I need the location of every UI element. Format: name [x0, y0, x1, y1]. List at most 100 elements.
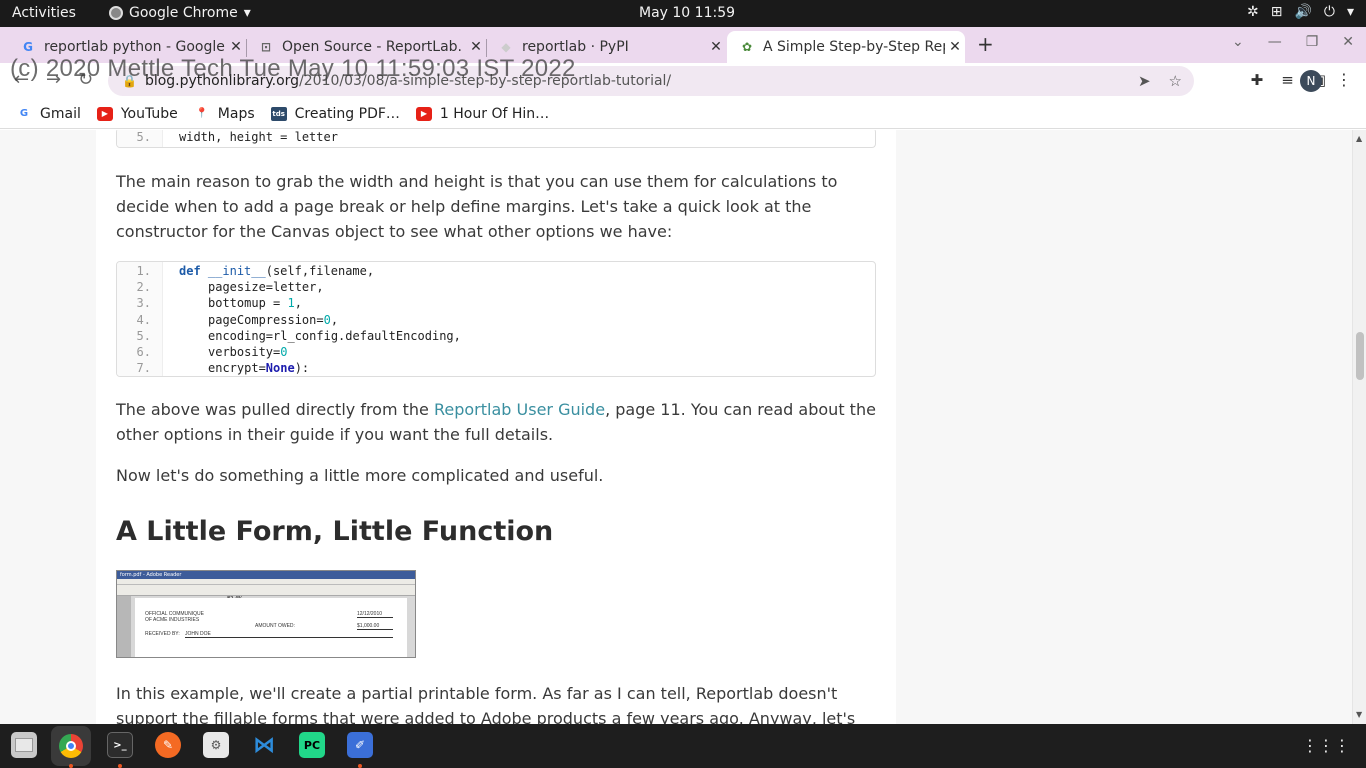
- window-controls: ⌄ — ❐ ✕: [1232, 34, 1354, 50]
- tab-search-icon[interactable]: ⌄: [1232, 34, 1244, 50]
- google-icon: G: [23, 40, 33, 54]
- close-tab-icon[interactable]: ✕: [466, 39, 486, 55]
- bookmark-label: 1 Hour Of Hin…: [439, 105, 550, 122]
- close-tab-icon[interactable]: ✕: [945, 39, 965, 55]
- vscode-icon[interactable]: ⋈: [251, 732, 277, 758]
- network-icon[interactable]: ⊞: [1271, 4, 1283, 20]
- app-menu[interactable]: Google Chrome ▾: [109, 5, 251, 21]
- pycharm-icon[interactable]: PC: [299, 732, 325, 758]
- extensions-icon[interactable]: ✚: [1251, 71, 1264, 89]
- bookmark-label: Gmail: [40, 105, 81, 122]
- reportlab-icon: ⊡: [260, 40, 272, 54]
- code-line: bottomup = 1,: [208, 296, 302, 311]
- bookmark-youtube[interactable]: ▶ YouTube: [96, 105, 178, 122]
- bookmark-star-icon[interactable]: ☆: [1169, 72, 1182, 90]
- activities-button[interactable]: Activities: [12, 5, 76, 21]
- chrome-icon[interactable]: [51, 726, 91, 766]
- running-indicator: [358, 764, 362, 768]
- tab-title: reportlab · PyPI: [522, 39, 629, 55]
- code-line: pagesize=letter,: [208, 280, 324, 295]
- watermark-text: (c) 2020 Mettle Tech Tue May 10 11:59:03…: [10, 55, 576, 82]
- section-heading: A Little Form, Little Function: [116, 516, 554, 547]
- line-number: 5.: [136, 130, 151, 144]
- tab-title: Open Source - ReportLab.: [282, 39, 463, 55]
- paragraph-complicated: Now let's do something a little more com…: [116, 466, 604, 485]
- settings-icon[interactable]: ⚙: [203, 732, 229, 758]
- scroll-up-arrow-icon[interactable]: ▲: [1356, 134, 1362, 143]
- power-icon[interactable]: ⏻: [1324, 4, 1335, 20]
- bookmark-label: Creating PDF…: [294, 105, 400, 122]
- running-indicator: [118, 764, 122, 768]
- scrollbar-thumb[interactable]: [1356, 332, 1364, 380]
- code-line: pageCompression=0,: [208, 312, 339, 327]
- line-number: 6.: [136, 344, 151, 359]
- web-page[interactable]: 5. width, height = letter The main reaso…: [0, 130, 1366, 724]
- thumb-sidebar: [117, 596, 131, 657]
- chrome-icon: [109, 6, 123, 20]
- system-top-bar: Activities Google Chrome ▾ May 10 11:59 …: [0, 0, 1366, 27]
- close-tab-icon[interactable]: ✕: [226, 39, 246, 55]
- maximize-button[interactable]: ❐: [1306, 34, 1319, 50]
- close-tab-icon[interactable]: ✕: [706, 39, 726, 55]
- bookmark-1-hour[interactable]: ▶ 1 Hour Of Hin…: [415, 105, 550, 122]
- code-line: def __init__(self,filename,: [179, 264, 375, 278]
- code-line: width, height = letter: [179, 130, 338, 144]
- terminal-icon[interactable]: >_: [107, 732, 133, 758]
- bookmark-creating-pdf[interactable]: tds Creating PDF…: [270, 105, 400, 122]
- network-activity-icon[interactable]: ✲: [1247, 4, 1259, 20]
- scroll-down-arrow-icon[interactable]: ▼: [1356, 710, 1362, 719]
- running-indicator: [69, 764, 73, 768]
- thumb-window-title: form.pdf - Adobe Reader: [117, 571, 415, 579]
- chevron-down-icon[interactable]: ▾: [1347, 4, 1354, 20]
- thumb-toolbar: 82.4%: [117, 585, 415, 602]
- python-library-icon: ✿: [741, 40, 753, 54]
- close-window-button[interactable]: ✕: [1342, 34, 1354, 50]
- youtube-icon: ▶: [96, 106, 113, 121]
- bookmark-label: YouTube: [120, 105, 178, 122]
- youtube-icon: ▶: [415, 106, 432, 121]
- paragraph-width-height: The main reason to grab the width and he…: [116, 172, 838, 241]
- bookmark-gmail[interactable]: G Gmail: [16, 106, 81, 122]
- paragraph-example: In this example, we'll create a partial …: [116, 684, 856, 724]
- kebab-menu-icon[interactable]: ⋮: [1336, 70, 1352, 89]
- volume-icon[interactable]: 🔊: [1294, 4, 1311, 20]
- thumb-document: OFFICIAL COMMUNIQUE OF ACME INDUSTRIES 1…: [135, 598, 407, 657]
- paragraph-user-guide: The above was pulled directly from the R…: [116, 400, 876, 444]
- avatar[interactable]: N: [1300, 70, 1322, 92]
- line-number: 2.: [136, 280, 151, 295]
- line-number: 5.: [136, 328, 151, 343]
- code-line: encrypt=None):: [208, 361, 310, 376]
- app-menu-label: Google Chrome: [129, 5, 238, 21]
- taskbar-dock: >_ ✎ ⚙ ⋈ PC ✐ ⋮⋮⋮: [0, 724, 1366, 768]
- form-screenshot-image[interactable]: form.pdf - Adobe Reader 82.4% OFFICIAL C…: [116, 570, 416, 658]
- send-icon[interactable]: ➤: [1138, 72, 1151, 90]
- line-number: 4.: [136, 312, 151, 327]
- new-tab-button[interactable]: +: [977, 32, 994, 56]
- bookmark-label: Maps: [217, 105, 255, 122]
- bookmark-maps[interactable]: 📍 Maps: [194, 106, 255, 122]
- code-line: encoding=rl_config.defaultEncoding,: [208, 328, 461, 343]
- sublime-icon[interactable]: ✎: [155, 732, 181, 758]
- code-block-1: 5. width, height = letter: [116, 130, 876, 148]
- show-applications-icon[interactable]: ⋮⋮⋮: [1302, 736, 1350, 755]
- media-icon[interactable]: ≡: [1281, 71, 1294, 89]
- code-block-2: 1. def __init__(self,filename, 2. pagesi…: [116, 261, 876, 377]
- reportlab-user-guide-link[interactable]: Reportlab User Guide: [434, 400, 605, 419]
- text-editor-icon[interactable]: ✐: [347, 732, 373, 758]
- system-tray[interactable]: ✲ ⊞ 🔊 ⏻ ▾: [1247, 4, 1354, 20]
- clock[interactable]: May 10 11:59: [639, 5, 735, 21]
- caret-down-icon: ▾: [243, 5, 251, 21]
- tab-title: reportlab python - Google: [44, 39, 225, 55]
- page-scrollbar[interactable]: ▲ ▼: [1352, 130, 1366, 724]
- line-number: 7.: [136, 361, 151, 376]
- tab-simple-step-by-step[interactable]: ✿ A Simple Step-by-Step Rep ✕: [727, 31, 965, 63]
- article: 5. width, height = letter The main reaso…: [96, 130, 896, 724]
- files-icon[interactable]: [11, 732, 37, 758]
- omnibox-actions: ➤ ☆: [1138, 72, 1182, 90]
- pypi-icon: ◆: [501, 40, 511, 54]
- tab-title: A Simple Step-by-Step Rep: [763, 39, 945, 55]
- minimize-button[interactable]: —: [1268, 34, 1282, 50]
- line-number: 1.: [136, 264, 151, 278]
- google-icon: G: [19, 108, 29, 119]
- bookmarks-bar: G Gmail ▶ YouTube 📍 Maps tds Creating PD…: [0, 99, 1366, 129]
